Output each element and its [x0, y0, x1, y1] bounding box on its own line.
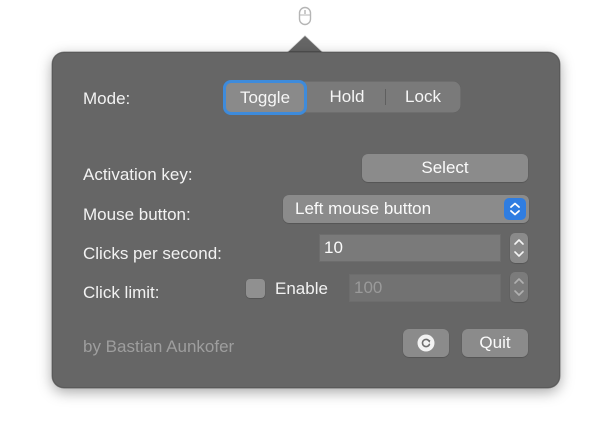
quit-button[interactable]: Quit [462, 329, 528, 357]
click-limit-field[interactable]: 100 [349, 274, 501, 302]
click-limit-enable-label: Enable [275, 279, 328, 298]
mouse-button-label: Mouse button: [83, 205, 191, 224]
mode-option-lock[interactable]: Lock [385, 81, 461, 113]
popover-arrow [287, 36, 323, 53]
click-limit-stepper-icon[interactable] [510, 272, 528, 302]
mode-option-hold[interactable]: Hold [309, 81, 385, 113]
reset-button[interactable] [403, 329, 449, 357]
clicks-per-second-field[interactable]: 10 [319, 234, 501, 262]
refresh-icon [417, 334, 435, 352]
click-limit-checkbox[interactable] [246, 279, 265, 298]
screen: Mode: Hold Lock Toggle Activation key: S… [0, 0, 610, 445]
clicks-per-second-label: Clicks per second: [83, 244, 222, 263]
click-limit-label: Click limit: [83, 283, 160, 302]
mode-label: Mode: [83, 89, 131, 108]
mode-segmented-control: Hold Lock Toggle [223, 80, 461, 115]
chevron-up-down-icon [504, 198, 526, 220]
mouse-icon[interactable] [298, 6, 312, 26]
credit-text: by Bastian Aunkofer [83, 337, 235, 356]
mouse-button-select[interactable]: Left mouse button [283, 195, 529, 223]
select-key-button[interactable]: Select [362, 154, 528, 182]
settings-popover: Mode: Hold Lock Toggle Activation key: S… [52, 52, 560, 388]
mouse-button-value: Left mouse button [295, 199, 432, 218]
mode-option-toggle[interactable]: Toggle [223, 80, 307, 115]
clicks-per-second-stepper-icon[interactable] [510, 233, 528, 263]
activation-key-label: Activation key: [83, 165, 193, 184]
